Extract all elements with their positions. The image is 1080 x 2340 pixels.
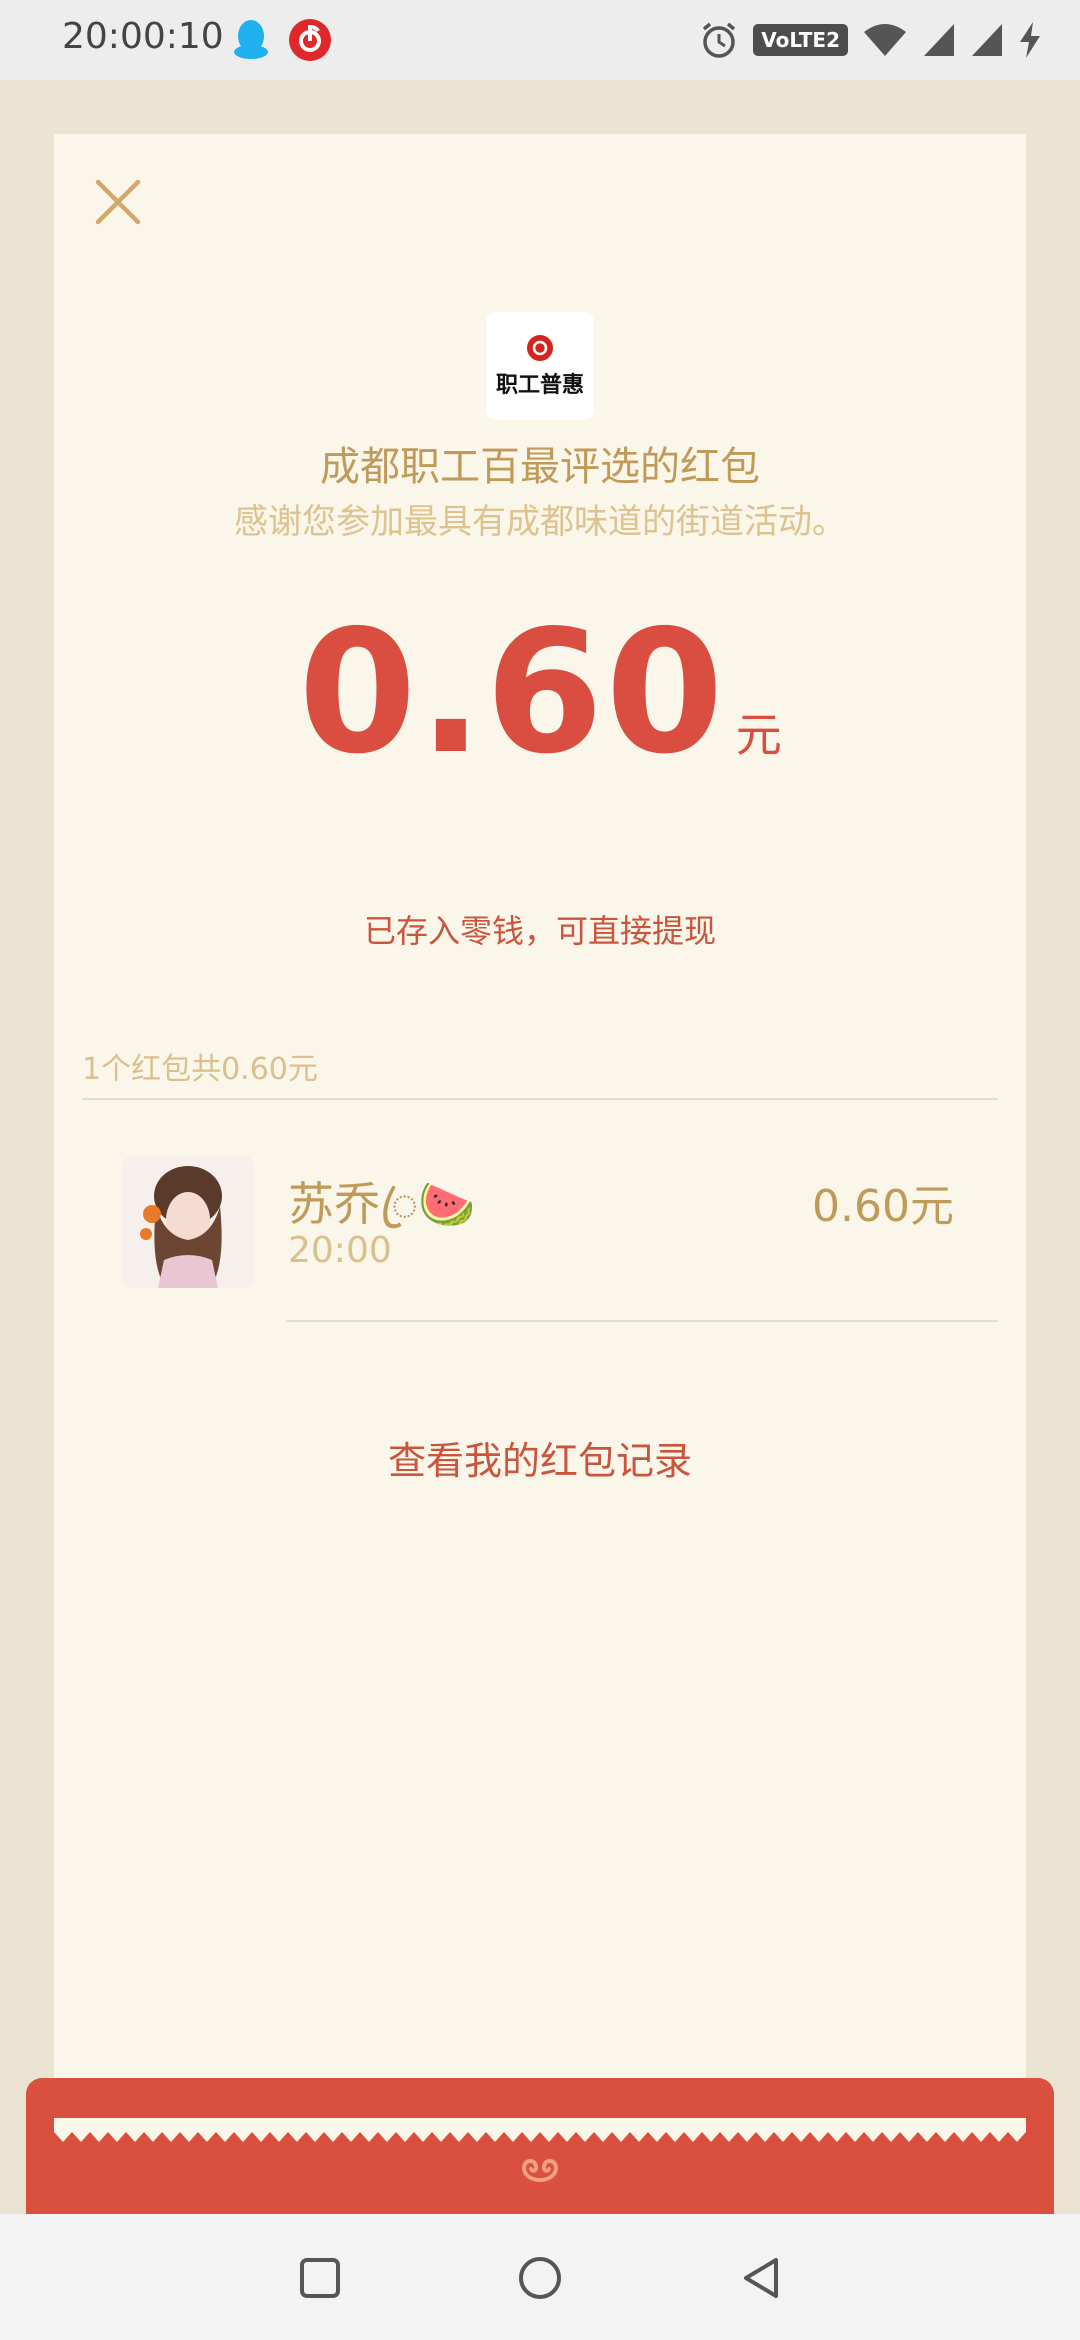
swirl-icon xyxy=(521,2159,559,2182)
packet-title: 成都职工百最评选的红包 xyxy=(320,444,760,490)
view-history-link[interactable]: 查看我的红包记录 xyxy=(54,1430,1026,1485)
charging-icon xyxy=(1020,22,1040,58)
netease-music-icon xyxy=(289,19,331,61)
qq-icon xyxy=(234,20,268,59)
wifi-icon xyxy=(864,24,906,56)
divider xyxy=(286,1320,998,1322)
alarm-icon xyxy=(703,22,736,58)
back-button[interactable] xyxy=(734,2250,790,2306)
saved-note: 已存入零钱，可直接提现 xyxy=(363,912,716,950)
divider xyxy=(82,1098,998,1100)
red-envelope-band xyxy=(26,2078,1054,2218)
zigzag-edge xyxy=(54,2118,1026,2142)
packet-summary: 1个红包共0.60元 xyxy=(82,1052,318,1087)
seal-icon xyxy=(527,335,553,361)
signal-icon xyxy=(924,24,954,56)
record-amount: 0.60元 xyxy=(812,1181,954,1232)
logo-text: 职工普惠 xyxy=(495,372,584,398)
home-button[interactable] xyxy=(512,2250,568,2306)
red-packet-card: 职工普惠 成都职工百最评选的红包 感谢您参加最具有成都味道的街道活动。 0.60… xyxy=(54,134,1026,2134)
status-bar: 20:00:10 VoLTE2 xyxy=(0,0,1080,80)
packet-subtitle: 感谢您参加最具有成都味道的街道活动。 xyxy=(234,502,846,542)
volte-icon: VoLTE2 xyxy=(753,24,848,56)
sender-logo: 职工普惠 xyxy=(486,312,594,420)
amount-value: 0.60 xyxy=(298,594,726,792)
status-time: 20:00:10 xyxy=(62,16,224,57)
amount-display: 0.60 元 xyxy=(54,594,1026,792)
list-item[interactable]: 苏乔ꦿ🍉 20:00 0.60元 xyxy=(54,1134,1026,1320)
recents-button[interactable] xyxy=(292,2250,348,2306)
navigation-bar xyxy=(0,2214,1080,2340)
received-time: 20:00 xyxy=(288,1230,392,1271)
avatar xyxy=(122,1156,254,1288)
close-icon[interactable] xyxy=(90,174,146,230)
amount-unit: 元 xyxy=(735,708,782,762)
signal-icon xyxy=(972,24,1002,56)
